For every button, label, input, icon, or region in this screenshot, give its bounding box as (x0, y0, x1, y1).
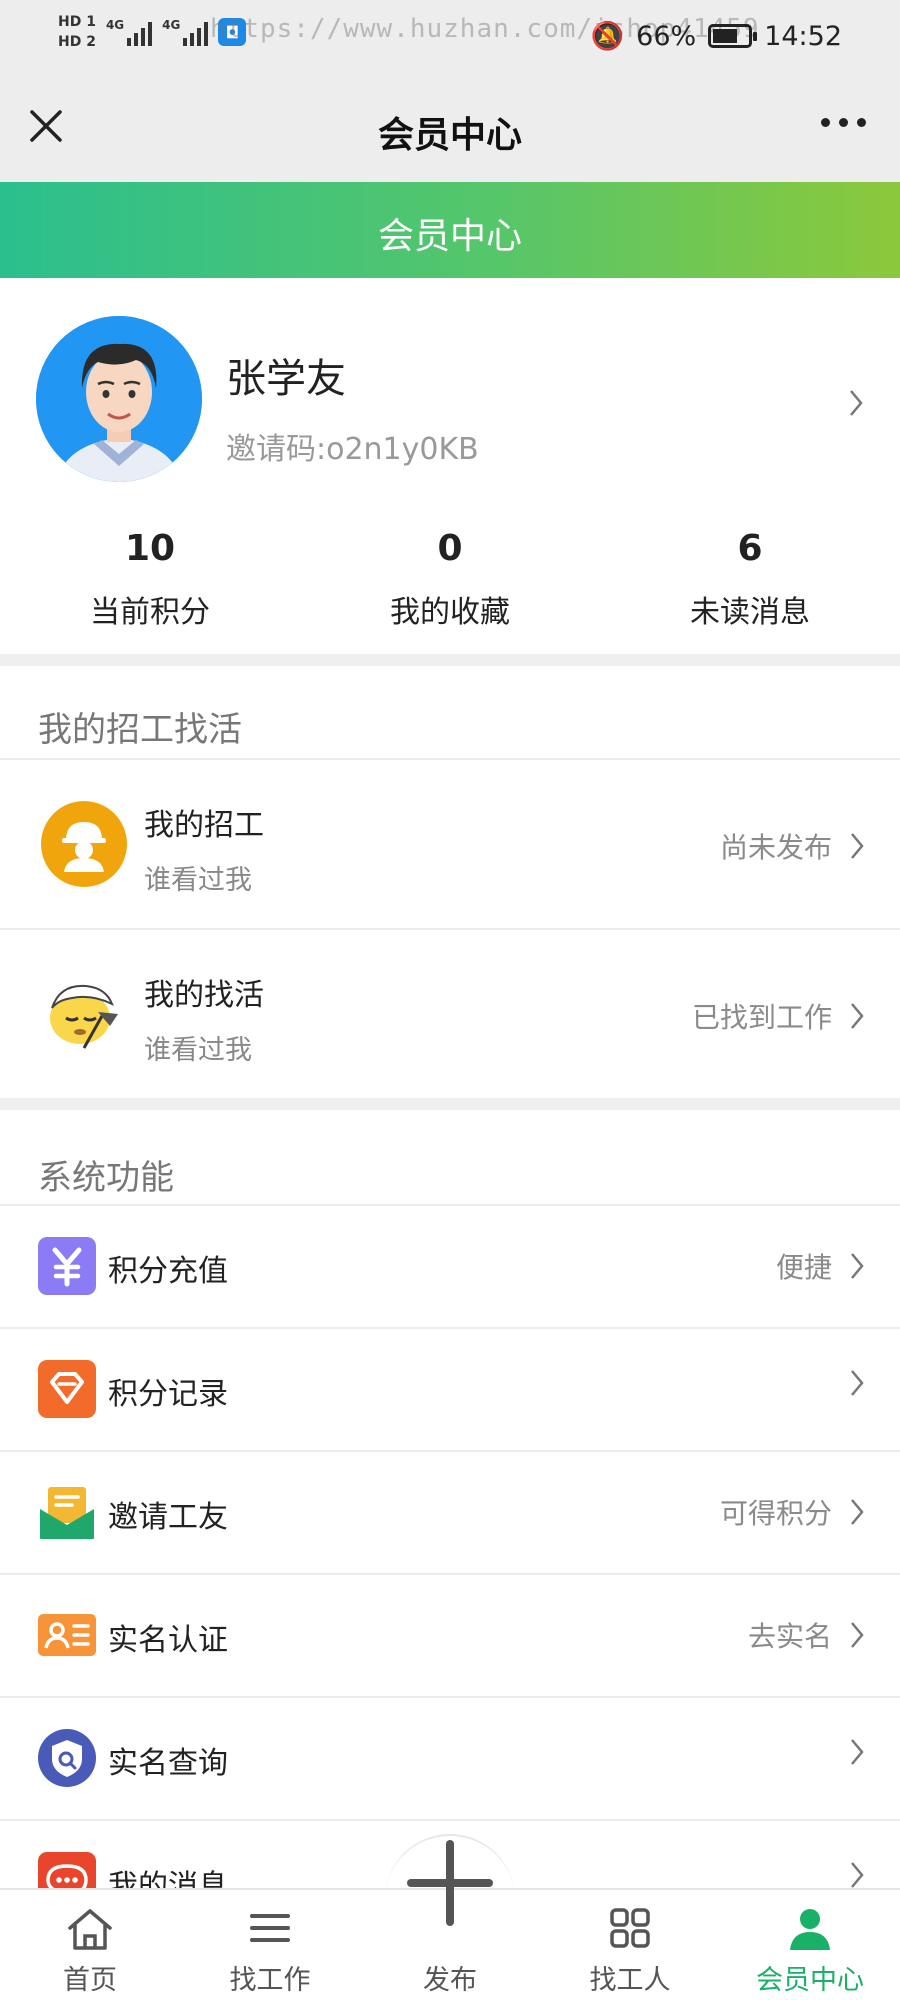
tab-find-job[interactable]: 找工作 (180, 1888, 360, 2000)
network-label-2: 4G (162, 18, 181, 32)
stat-label: 当前积分 (90, 595, 210, 630)
hd2-label: HD 2 (58, 34, 96, 50)
sweating-face-icon (50, 984, 118, 1049)
chevron-right-icon (851, 1370, 864, 1396)
chevron-right-icon (851, 833, 864, 859)
more-icon[interactable] (821, 118, 866, 127)
item-title: 我的招工 (144, 808, 264, 843)
stat-points[interactable]: 10 当前积分 (0, 528, 300, 631)
menu-item-points-record[interactable]: 积分记录 (0, 1329, 900, 1450)
chevron-right-icon (851, 1253, 864, 1279)
tab-label: 首页 (63, 1965, 117, 1996)
stat-unread-messages[interactable]: 6 未读消息 (600, 528, 900, 631)
worker-icon (41, 801, 127, 887)
status-bar: HD 1 HD 2 4G 4G ◘ https://www.huzhan.com… (0, 0, 900, 76)
chevron-right-icon (851, 1862, 864, 1888)
menu-hint: 去实名 (748, 1615, 864, 1655)
menu-item-points-recharge[interactable]: 积分充值 便捷 (0, 1206, 900, 1327)
chevron-right-icon (851, 1622, 864, 1648)
menu-label: 积分充值 (108, 1254, 228, 1289)
signal-icon-2: 4G (162, 18, 209, 46)
menu-label: 邀请工友 (108, 1500, 228, 1535)
battery-icon (708, 24, 758, 48)
tab-member-center[interactable]: 会员中心 (720, 1888, 900, 2000)
item-title: 我的找活 (144, 978, 264, 1013)
grid-icon (610, 1908, 650, 1948)
menu-hint (832, 1861, 864, 1889)
status-text: 尚未发布 (719, 831, 832, 864)
menu-hint (832, 1738, 864, 1766)
chevron-right-icon (851, 1499, 864, 1525)
navigation-bar: 会员中心 (0, 76, 900, 182)
tab-home[interactable]: 首页 (0, 1888, 180, 2000)
stats-row: 10 当前积分 0 我的收藏 6 未读消息 (0, 528, 900, 631)
hd-indicator: HD 1 HD 2 (58, 14, 96, 50)
profile-card[interactable]: 张学友 邀请码:o2n1y0KB 10 当前积分 0 我的收藏 6 未读消息 (0, 278, 900, 654)
menu-hint: 可得积分 (720, 1492, 864, 1532)
section-gap (0, 654, 900, 666)
stat-favorites[interactable]: 0 我的收藏 (300, 528, 600, 631)
clock: 14:52 (764, 20, 842, 52)
status-text: 已找到工作 (691, 1001, 832, 1034)
user-icon (790, 1909, 830, 1950)
item-status: 已找到工作 (692, 996, 864, 1036)
item-subtitle: 谁看过我 (144, 1035, 252, 1066)
list-icon (250, 1914, 290, 1942)
tab-label: 发布 (423, 1965, 477, 1996)
network-label: 4G (105, 18, 125, 32)
id-card-icon (38, 1614, 96, 1656)
tab-label: 会员中心 (756, 1965, 864, 1996)
section-title-system: 系统功能 (38, 1158, 174, 1198)
member-header: 会员中心 (0, 182, 900, 278)
battery-percent: 66% (636, 20, 697, 52)
menu-label: 积分记录 (108, 1377, 228, 1412)
stat-value: 6 (737, 528, 763, 569)
home-icon (68, 1909, 112, 1950)
hint-text: 去实名 (747, 1620, 832, 1653)
item-subtitle: 谁看过我 (144, 865, 252, 896)
tab-label: 找工人 (589, 1965, 671, 1996)
plus-icon (407, 1840, 493, 1926)
shield-search-icon (38, 1729, 96, 1787)
tab-publish[interactable]: 发布 (360, 1840, 540, 2000)
item-status: 尚未发布 (720, 826, 864, 866)
hint-text: 便捷 (775, 1251, 832, 1284)
avatar[interactable] (36, 316, 202, 482)
yuan-icon (38, 1237, 96, 1295)
stat-value: 10 (124, 528, 176, 569)
chevron-right-icon (851, 1739, 864, 1765)
menu-hint (832, 1369, 864, 1397)
tab-find-worker[interactable]: 找工人 (540, 1888, 720, 2000)
menu-hint: 便捷 (776, 1246, 864, 1286)
section-title-jobs: 我的招工找活 (38, 710, 242, 750)
hd1-label: HD 1 (58, 14, 96, 30)
mute-icon: 🔕 (590, 21, 625, 52)
section-gap (0, 1098, 900, 1110)
chevron-right-icon[interactable] (848, 388, 864, 418)
envelope-icon (40, 1487, 94, 1539)
page-title: 会员中心 (377, 115, 522, 156)
list-item-my-job-hunt[interactable]: 我的找活 谁看过我 已找到工作 (0, 930, 900, 1098)
chevron-right-icon (851, 1003, 864, 1029)
menu-item-invite-workers[interactable]: 邀请工友 可得积分 (0, 1452, 900, 1573)
menu-label: 实名查询 (108, 1746, 228, 1781)
tab-label: 找工作 (229, 1965, 311, 1996)
list-item-my-recruitment[interactable]: 我的招工 谁看过我 尚未发布 (0, 760, 900, 928)
user-name: 张学友 (226, 356, 346, 402)
invite-code: 邀请码:o2n1y0KB (226, 432, 479, 467)
menu-label: 实名认证 (108, 1623, 228, 1658)
stat-label: 未读消息 (690, 595, 810, 630)
stat-value: 0 (437, 528, 463, 569)
menu-item-real-name-auth[interactable]: 实名认证 去实名 (0, 1575, 900, 1696)
diamond-icon (38, 1360, 96, 1418)
status-right: 🔕 66% 14:52 (590, 20, 842, 53)
hint-text: 可得积分 (719, 1497, 832, 1530)
signal-icon: 4G (105, 18, 153, 46)
menu-item-real-name-query[interactable]: 实名查询 (0, 1698, 900, 1819)
stat-label: 我的收藏 (390, 595, 510, 630)
header-title: 会员中心 (377, 216, 522, 257)
